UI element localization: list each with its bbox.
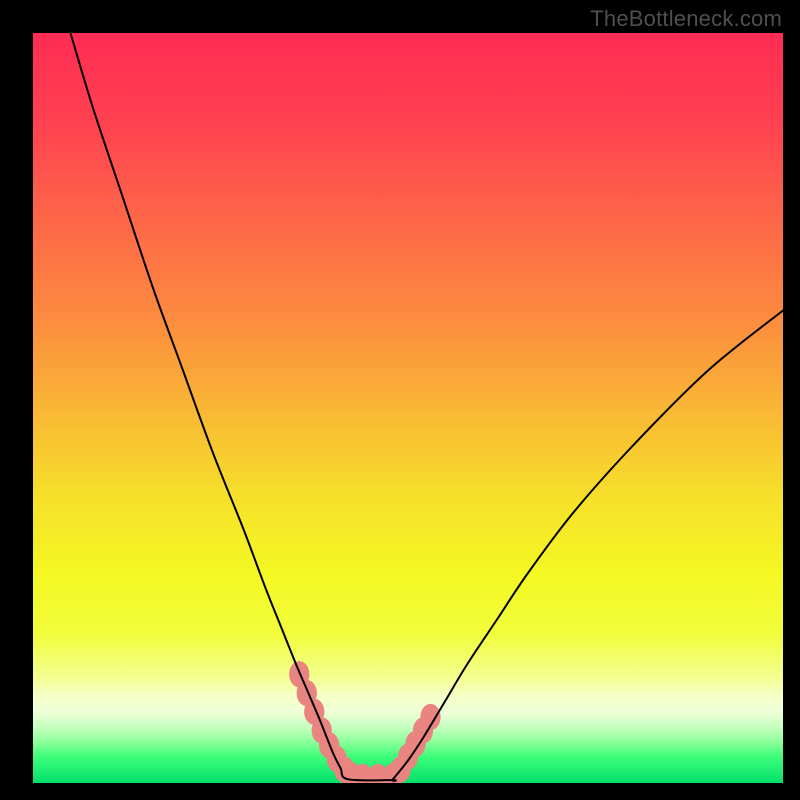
plot-area xyxy=(33,33,783,783)
bottleneck-curve xyxy=(71,33,784,781)
chart-frame: TheBottleneck.com xyxy=(0,0,800,800)
watermark-text: TheBottleneck.com xyxy=(590,6,782,32)
chart-curves xyxy=(33,33,783,783)
